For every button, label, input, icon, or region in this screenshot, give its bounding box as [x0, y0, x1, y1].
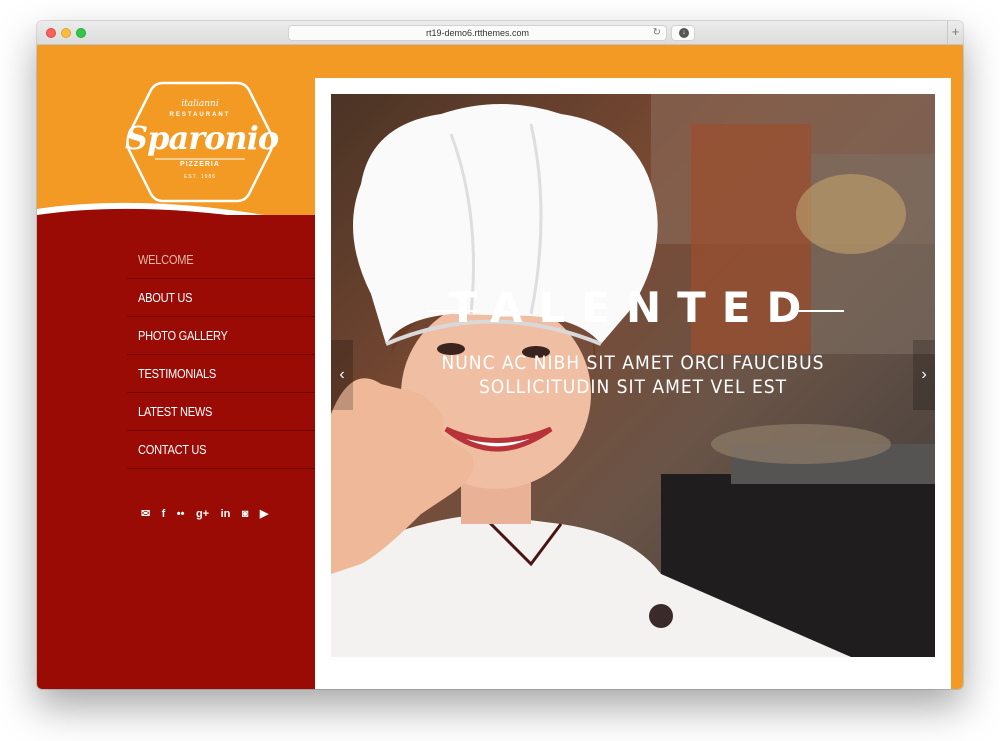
slide-subtitle-line-2: SOLLICITUDIN SIT AMET VEL EST: [478, 376, 788, 398]
instagram-icon[interactable]: ◙: [242, 508, 249, 520]
nav-item-testimonials[interactable]: TESTIMONIALS: [127, 355, 315, 393]
new-tab-button[interactable]: +: [947, 21, 963, 45]
download-icon: ↓: [679, 28, 689, 38]
slide-title: TALENTED: [448, 283, 818, 332]
slider-prev-button[interactable]: ‹: [331, 340, 353, 410]
minimize-window-button[interactable]: [61, 28, 71, 38]
email-icon[interactable]: ✉: [141, 507, 150, 520]
browser-titlebar: rt19-demo6.rtthemes.com ↻ ↓ +: [37, 21, 963, 45]
nav-item-label: CONTACT US: [138, 442, 207, 457]
facebook-icon[interactable]: f: [162, 508, 166, 520]
reload-icon[interactable]: ↻: [653, 26, 661, 40]
address-bar[interactable]: rt19-demo6.rtthemes.com ↻: [288, 25, 667, 41]
downloads-button[interactable]: ↓: [671, 25, 695, 41]
slider-next-button[interactable]: ›: [913, 340, 935, 410]
logo-pizzeria: PIZZERIA: [180, 161, 220, 168]
google-plus-icon[interactable]: g+: [196, 508, 209, 520]
nav-item-label: ABOUT US: [138, 290, 193, 305]
nav-item-about-us[interactable]: ABOUT US: [127, 279, 315, 317]
nav-item-photo-gallery[interactable]: PHOTO GALLERY: [127, 317, 315, 355]
restaurant-logo[interactable]: italianni RESTAURANT Sparonio PIZZERIA E…: [125, 79, 279, 205]
linkedin-icon[interactable]: in: [221, 508, 231, 520]
nav-item-label: WELCOME: [138, 252, 194, 267]
logo-tagline: italianni: [181, 99, 219, 109]
nav-item-label: LATEST NEWS: [138, 404, 213, 419]
slider-frame: TALENTED NUNC AC NIBH SIT AMET ORCI FAUC…: [315, 78, 951, 689]
logo-restaurant: RESTAURANT: [169, 112, 231, 118]
logo-est: EST. 1986: [183, 174, 217, 180]
zoom-window-button[interactable]: [76, 28, 86, 38]
social-links: ✉ f •• g+ in ◙ ▶: [141, 504, 275, 520]
nav-item-label: TESTIMONIALS: [138, 366, 216, 381]
logo-name: Sparonio: [125, 119, 279, 157]
hero-slide: TALENTED NUNC AC NIBH SIT AMET ORCI FAUC…: [331, 94, 935, 657]
page: italianni RESTAURANT Sparonio PIZZERIA E…: [37, 45, 963, 689]
close-window-button[interactable]: [46, 28, 56, 38]
nav-item-label: PHOTO GALLERY: [138, 328, 228, 343]
nav-item-latest-news[interactable]: LATEST NEWS: [127, 393, 315, 431]
nav-item-welcome[interactable]: WELCOME: [127, 241, 315, 279]
slide-subtitle-line-1: NUNC AC NIBH SIT AMET ORCI FAUCIBUS: [441, 352, 825, 374]
address-text: rt19-demo6.rtthemes.com: [425, 28, 530, 38]
youtube-icon[interactable]: ▶: [260, 507, 268, 520]
flickr-icon[interactable]: ••: [177, 508, 185, 520]
nav-item-contact-us[interactable]: CONTACT US: [127, 431, 315, 469]
main-navigation: WELCOME ABOUT US PHOTO GALLERY TESTIMONI…: [127, 241, 315, 469]
browser-window: rt19-demo6.rtthemes.com ↻ ↓ + italianni …: [37, 21, 963, 689]
